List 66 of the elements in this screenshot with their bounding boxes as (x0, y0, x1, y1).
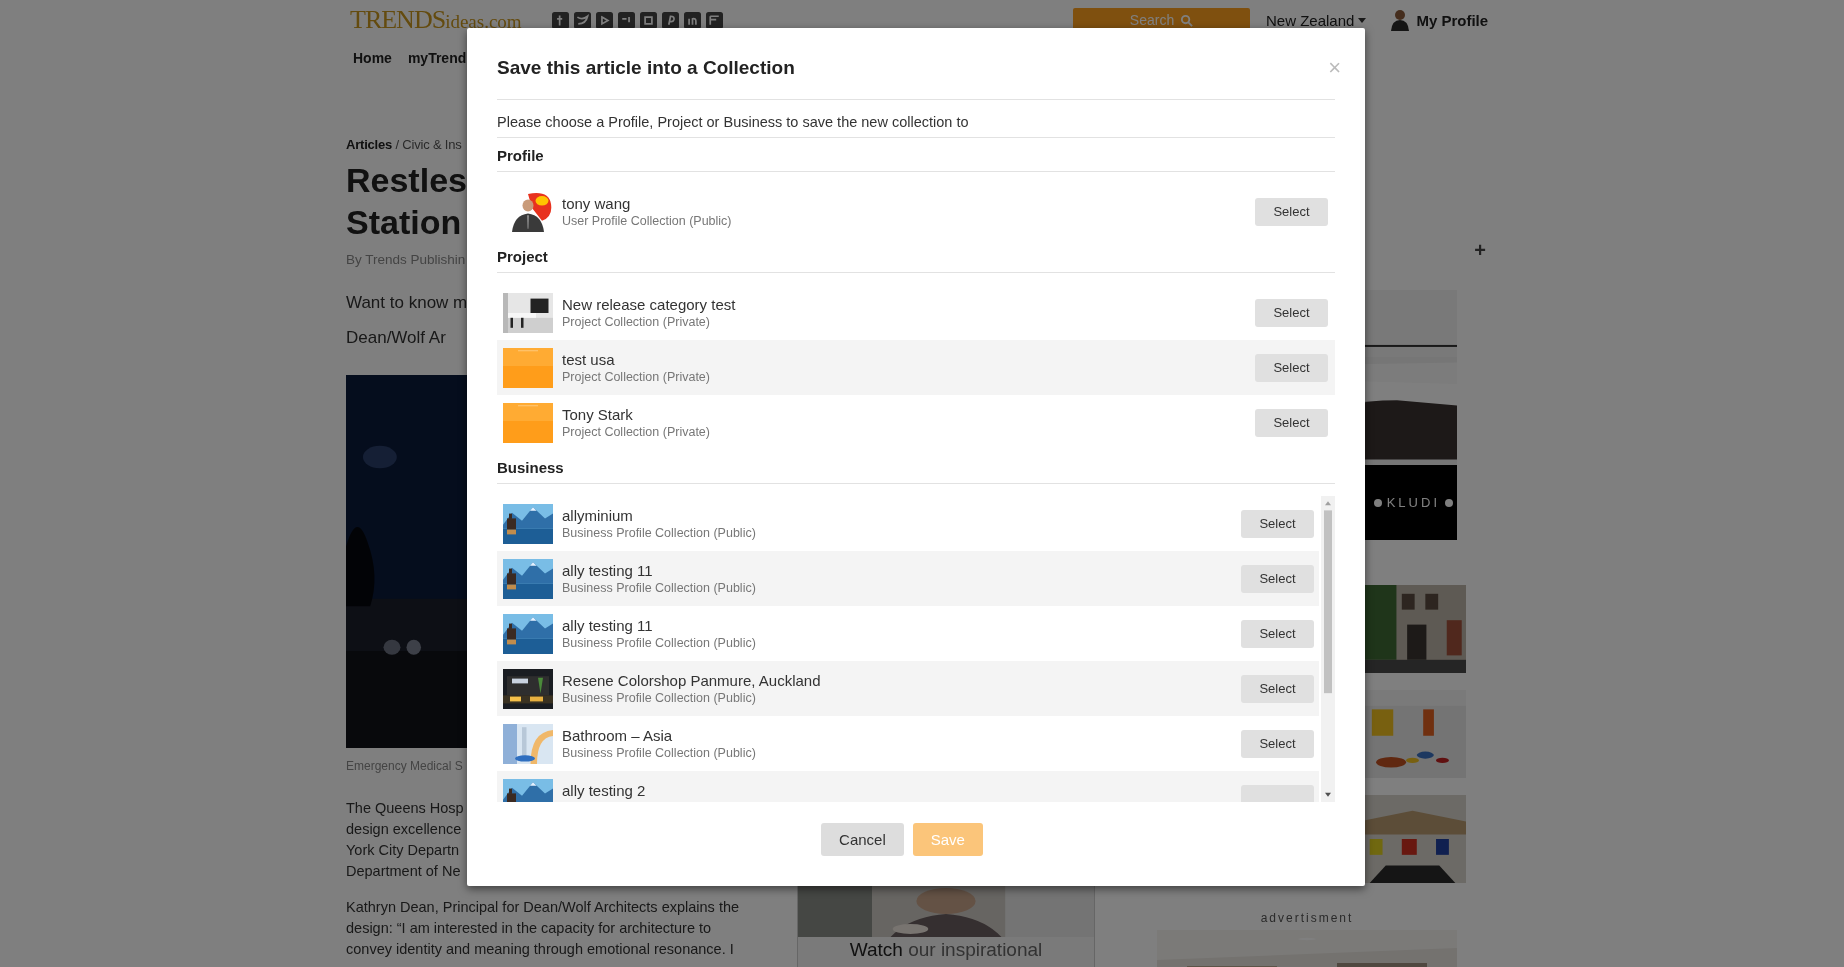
nav-link[interactable]: Home (353, 50, 392, 66)
collection-row[interactable]: ally testing 2 (497, 771, 1319, 802)
collection-name: ally testing 11 (562, 561, 654, 580)
collection-row[interactable]: Resene Colorshop Panmure, Auckland Business Profile Collection (Public) Select (497, 661, 1319, 716)
profile-link[interactable]: My Profile (1416, 11, 1489, 29)
region-dropdown[interactable]: New Zealand (1266, 11, 1367, 29)
collection-row[interactable]: Bathroom – Asia Business Profile Collection (Public) Select (497, 716, 1319, 771)
image-caption: Emergency Medical S (346, 758, 463, 775)
section-heading: Business (497, 458, 565, 478)
paragraph-line: Kathryn Dean, Principal for Dean/Wolf Architects explains the (346, 898, 740, 917)
collection-type: Project Collection (Private) (562, 368, 711, 385)
collection-name: ally testing 2 (562, 781, 647, 800)
collection-type: Business Profile Collection (Public) (562, 579, 757, 596)
add-button[interactable]: + (1470, 240, 1490, 260)
paragraph-line: Department of Ne (346, 862, 461, 881)
collection-name: New release category test (562, 295, 737, 314)
instruction-text: Please choose a Profile, Project or Business to save the new collection to (497, 113, 970, 132)
section-heading: Profile (497, 146, 545, 166)
intro-text: Dean/Wolf Ar (346, 327, 446, 349)
select-button[interactable]: Select (1241, 674, 1314, 703)
brand-name: KLUDI (1386, 495, 1440, 510)
byline: By Trends Publishin (346, 251, 466, 269)
collection-type: Project Collection (Private) (562, 423, 711, 440)
paragraph-line: York City Departn (346, 841, 460, 860)
article-title: Restles (346, 160, 467, 201)
intro-text: Want to know m (346, 292, 468, 314)
collection-row[interactable]: tony wang User Profile Collection (Public) Select (497, 184, 1335, 239)
paragraph-line: convey identity and meaning through emotional resonance. I (346, 940, 734, 959)
collection-type: Business Profile Collection (Public) (562, 524, 757, 541)
collection-type: Business Profile Collection (Public) (562, 744, 757, 761)
cancel-button[interactable]: Cancel (821, 823, 904, 856)
select-button[interactable]: Select (1241, 509, 1314, 538)
collection-row[interactable]: allyminium Business Profile Collection (Public) Select (497, 496, 1319, 551)
paragraph-line: design excellence (346, 820, 462, 839)
article-title: Station (346, 202, 462, 243)
collection-row[interactable]: ally testing 11 Business Profile Collection (Public) Select (497, 551, 1319, 606)
collection-name: ally testing 11 (562, 616, 654, 635)
collection-type: Business Profile Collection (Public) (562, 689, 757, 706)
collection-name: allyminium (562, 506, 634, 525)
collection-row[interactable]: test usa Project Collection (Private) Select (497, 340, 1335, 395)
select-button[interactable]: Select (1241, 564, 1314, 593)
collection-type: Business Profile Collection (Public) (562, 634, 757, 651)
collection-name: Bathroom – Asia (562, 726, 674, 745)
paragraph-line: The Queens Hosp (346, 799, 464, 818)
collection-row[interactable]: ally testing 11 Business Profile Collection (Public) Select (497, 606, 1319, 661)
section-heading: Project (497, 247, 549, 267)
ad-label: advertisment (1259, 911, 1355, 925)
breadcrumb: Articles / Civic & Ins (346, 136, 462, 154)
collection-row[interactable]: New release category test Project Collection (Private) Select (497, 285, 1335, 340)
select-button[interactable]: Select (1255, 353, 1328, 382)
dialog-title: Save this article into a Collection (497, 56, 795, 80)
collection-type: Project Collection (Private) (562, 313, 711, 330)
paragraph-line: design: “I am interested in the capacity for architecture to (346, 919, 712, 938)
video-heading: Watch (849, 939, 903, 960)
select-button[interactable]: Select (1241, 729, 1314, 758)
select-button[interactable]: Select (1241, 619, 1314, 648)
collection-name: test usa (562, 350, 616, 369)
collection-name: Resene Colorshop Panmure, Auckland (562, 671, 822, 690)
video-subheading: our inspirational (908, 939, 1043, 960)
collection-row[interactable]: Tony Stark Project Collection (Private) Select (497, 395, 1335, 450)
collection-name: tony wang (562, 194, 632, 213)
select-button[interactable]: Select (1255, 408, 1328, 437)
nav-link[interactable]: myTrend (407, 50, 467, 66)
collection-type: User Profile Collection (Public) (562, 212, 733, 229)
collection-name: Tony Stark (562, 405, 634, 424)
select-button[interactable]: Select (1255, 197, 1328, 226)
